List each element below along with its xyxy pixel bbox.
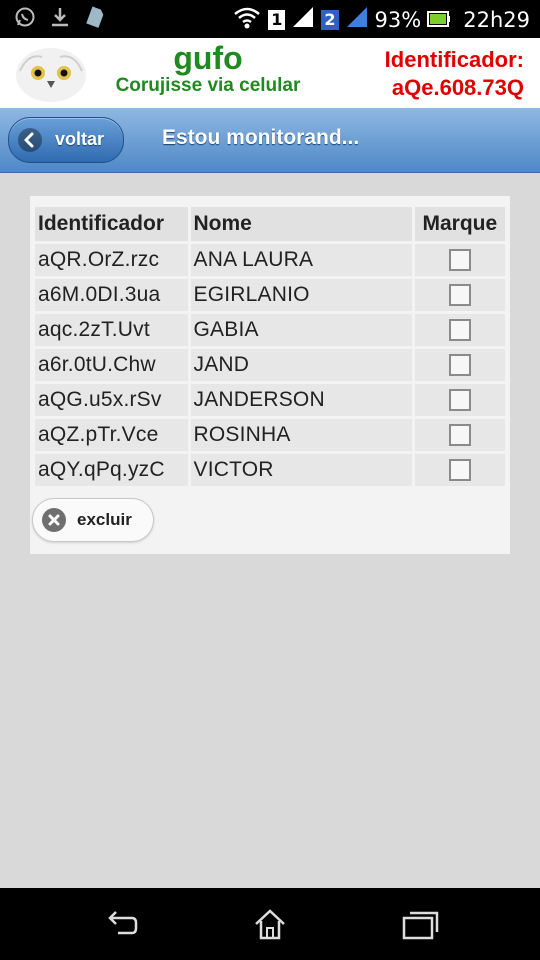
row-mark-cell [414,279,505,311]
column-header-identifier: Identificador [35,207,188,241]
row-mark-cell [414,314,505,346]
row-identifier: aQY.qPq.yzC [35,454,188,486]
table-row: aQR.OrZ.rzc ANA LAURA [35,244,505,276]
row-mark-cell [414,419,505,451]
row-name: ROSINHA [190,419,412,451]
table-row: aQY.qPq.yzC VICTOR [35,454,505,486]
column-header-name: Nome [190,207,412,241]
row-identifier: aQZ.pTr.Vce [35,419,188,451]
brand: gufo Corujisse via celular [98,40,318,96]
sim-card-icon [84,6,104,33]
table-row: a6r.0tU.Chw JAND [35,349,505,381]
monitoring-card: Identificador Nome Marque aQR.OrZ.rzc AN… [30,196,510,554]
sim2-badge: 2 [321,9,339,30]
row-checkbox[interactable] [448,249,471,272]
wifi-icon [232,4,262,35]
table-header-row: Identificador Nome Marque [35,207,505,241]
back-icon[interactable] [102,906,142,942]
download-icon [50,6,70,33]
battery-icon [427,8,451,32]
chevron-left-icon [18,128,42,152]
row-checkbox[interactable] [448,389,471,412]
battery-percent: 93% [374,7,422,32]
page-title: Estou monitorand... [162,126,360,149]
clock: 22h29 [463,7,530,32]
row-mark-cell [414,454,505,486]
owl-logo [14,43,88,103]
row-checkbox[interactable] [448,319,471,342]
row-checkbox[interactable] [448,424,471,447]
row-name: VICTOR [190,454,412,486]
row-checkbox[interactable] [448,284,471,307]
row-mark-cell [414,244,505,276]
row-name: JANDERSON [190,384,412,416]
row-name: EGIRLANIO [190,279,412,311]
nav-bar: voltar Estou monitorand... [0,108,540,173]
recents-icon[interactable] [400,906,440,942]
row-identifier: aqc.2zT.Uvt [35,314,188,346]
row-mark-cell [414,349,505,381]
row-name: GABIA [190,314,412,346]
home-icon[interactable] [250,906,290,942]
sim1-badge: 1 [268,9,286,30]
user-identifier: Identificador: aQe.608.73Q [385,46,524,102]
back-button-label: voltar [55,129,105,149]
app-header: gufo Corujisse via celular Identificador… [0,38,540,108]
brand-tagline: Corujisse via celular [115,75,301,96]
brand-name: gufo [173,40,243,76]
table-row: a6M.0DI.3ua EGIRLANIO [35,279,505,311]
delete-button-label: excluir [77,510,132,529]
row-name: JAND [190,349,412,381]
delete-button[interactable]: excluir [32,498,154,542]
identifier-label: Identificador: [384,47,524,72]
row-identifier: a6M.0DI.3ua [35,279,188,311]
whatsapp-icon [14,6,36,33]
signal-icon [345,5,369,34]
system-nav-bar [0,888,540,960]
monitored-table: Identificador Nome Marque aQR.OrZ.rzc AN… [32,204,508,489]
table-row: aqc.2zT.Uvt GABIA [35,314,505,346]
status-bar: 1 2 93% 22h29 [0,0,540,38]
row-identifier: aQR.OrZ.rzc [35,244,188,276]
table-row: aQZ.pTr.Vce ROSINHA [35,419,505,451]
back-button[interactable]: voltar [8,117,124,163]
close-circle-icon [42,508,66,532]
row-checkbox[interactable] [448,459,471,482]
row-identifier: aQG.u5x.rSv [35,384,188,416]
row-identifier: a6r.0tU.Chw [35,349,188,381]
row-mark-cell [414,384,505,416]
row-name: ANA LAURA [190,244,412,276]
identifier-value: aQe.608.73Q [391,75,524,100]
signal-icon [291,5,315,34]
table-row: aQG.u5x.rSv JANDERSON [35,384,505,416]
column-header-mark: Marque [414,207,505,241]
row-checkbox[interactable] [448,354,471,377]
